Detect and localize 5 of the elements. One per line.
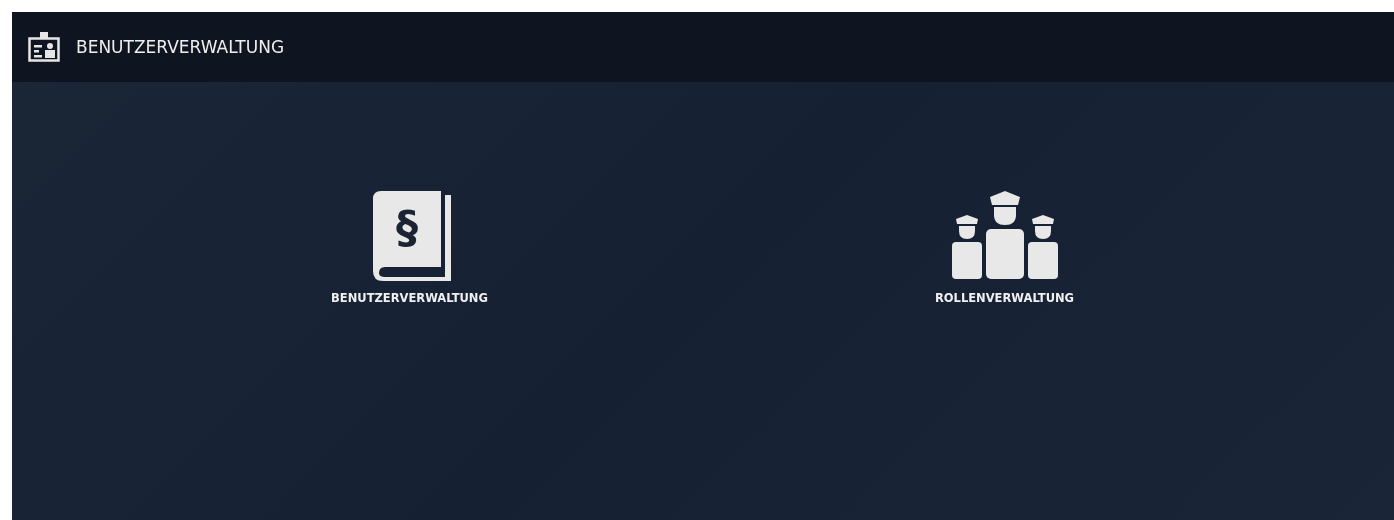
menu-tile[interactable]: ROLLENVERWALTUNG — [907, 190, 1102, 306]
menu-tile[interactable]: § BENUTZERVERWALTUNG — [312, 190, 507, 306]
page-title: BENUTZERVERWALTUNG — [76, 37, 285, 57]
id-badge-icon — [28, 32, 60, 62]
officers-group-icon — [949, 191, 1060, 281]
